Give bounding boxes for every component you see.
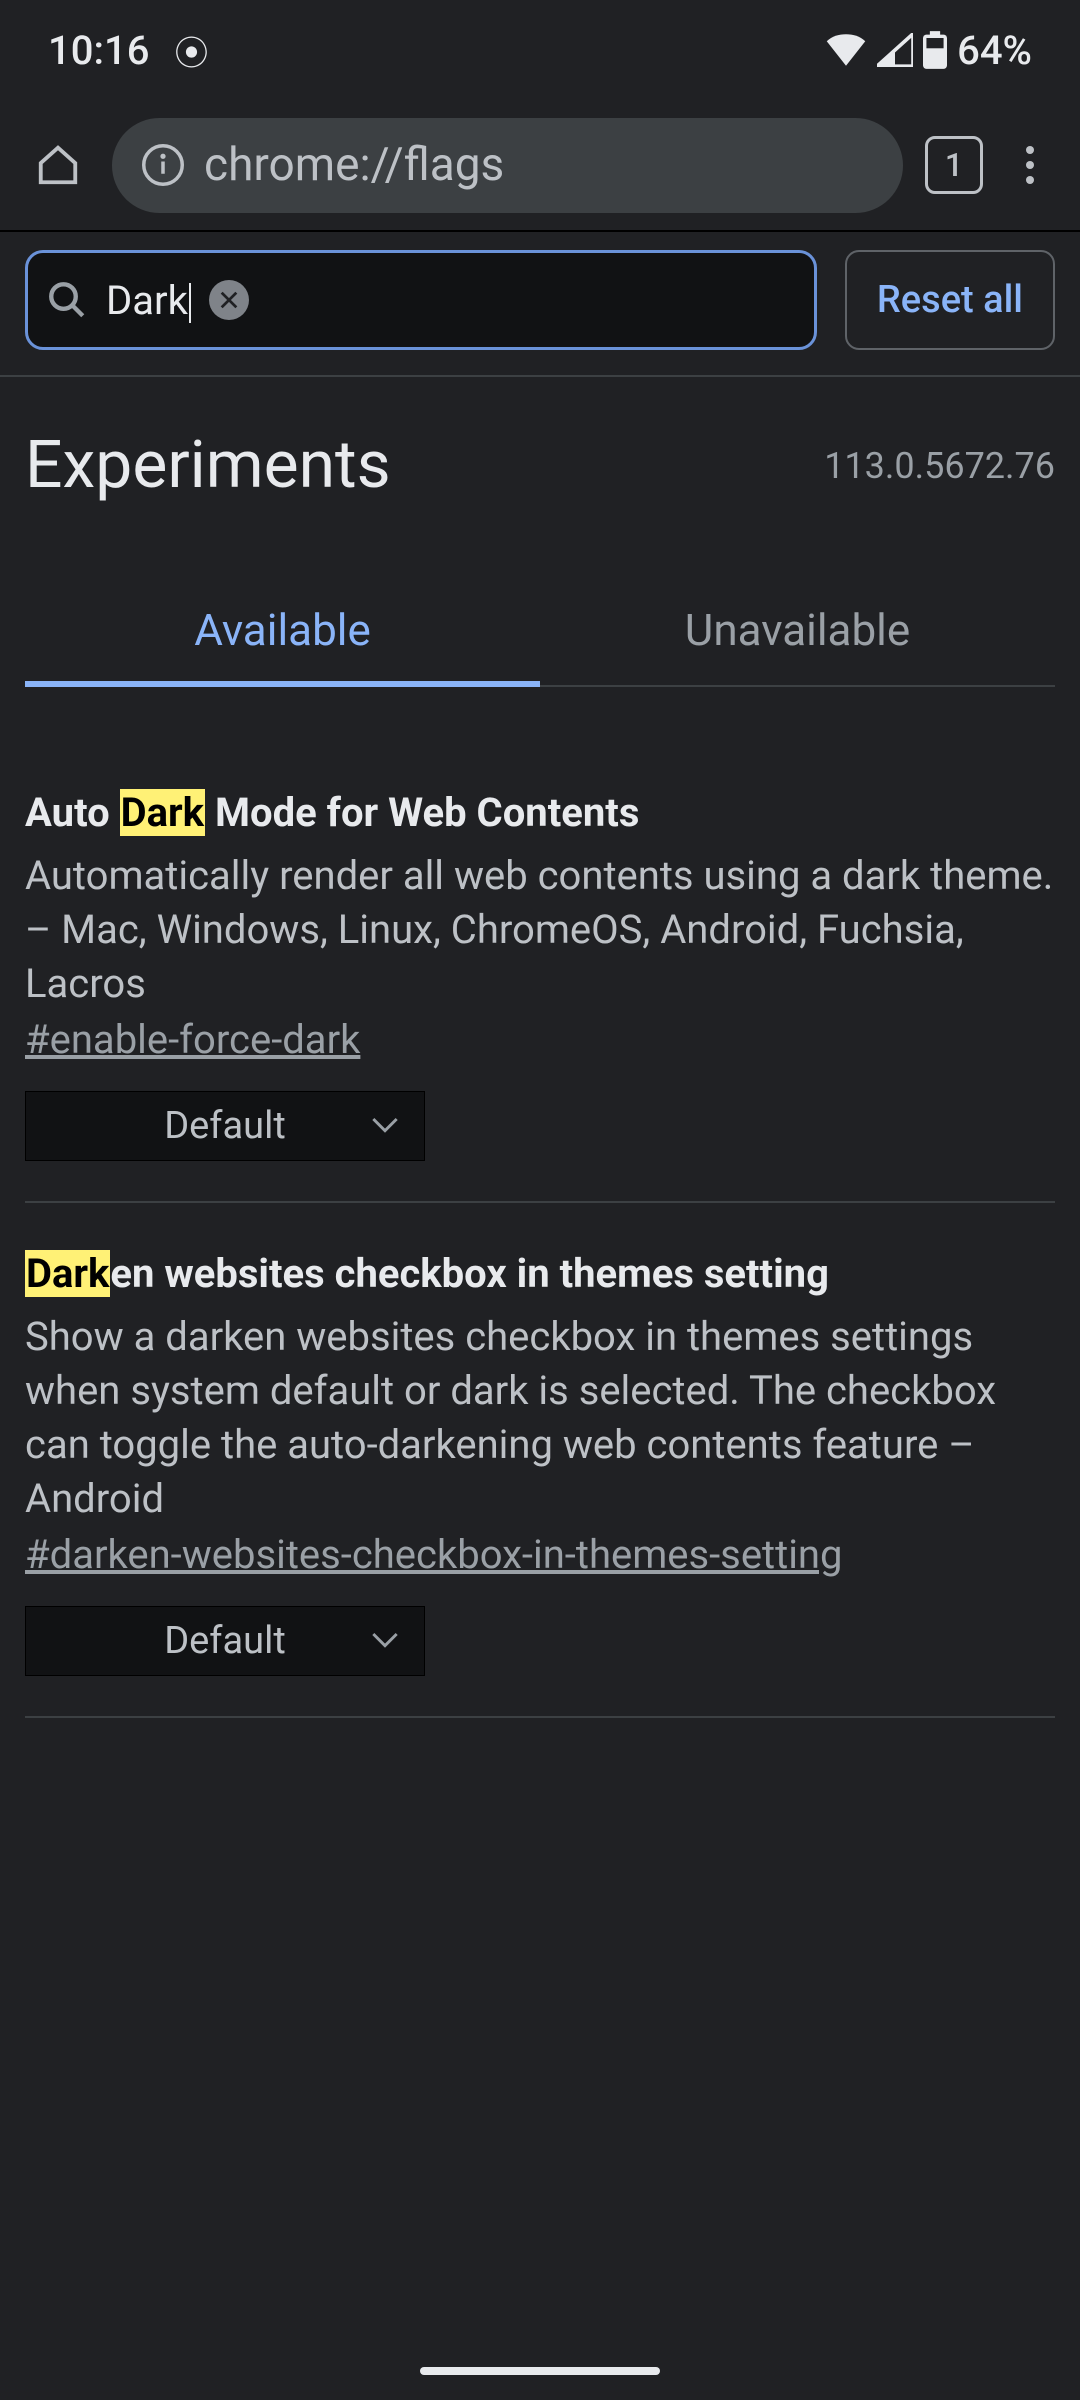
tab-unavailable[interactable]: Unavailable [540, 579, 1055, 687]
search-input[interactable]: Dark [106, 277, 191, 324]
flag-select[interactable]: Default [25, 1091, 425, 1161]
reset-all-button[interactable]: Reset all [845, 250, 1055, 350]
search-icon [46, 279, 88, 321]
tab-switcher-button[interactable]: 1 [925, 136, 983, 194]
home-icon [35, 142, 81, 188]
search-highlight: Dark [120, 789, 205, 836]
tabs: Available Unavailable [25, 579, 1055, 687]
overflow-menu-button[interactable] [1005, 135, 1055, 195]
info-icon [142, 144, 184, 186]
flags-page: Dark Reset all Experiments 113.0.5672.76… [0, 232, 1080, 1718]
signal-icon [877, 33, 913, 67]
flag-anchor-link[interactable]: #enable-force-dark [25, 1016, 360, 1063]
search-box[interactable]: Dark [25, 250, 817, 350]
battery-icon [923, 31, 947, 69]
page-header: Experiments 113.0.5672.76 [25, 377, 1055, 539]
flag-title: Darken websites checkbox in themes setti… [25, 1248, 1055, 1300]
tab-count-text: 1 [945, 146, 963, 184]
url-bar[interactable]: chrome://flags [112, 118, 903, 213]
browser-toolbar: chrome://flags 1 [0, 100, 1080, 230]
clear-search-button[interactable] [209, 280, 249, 320]
hotspot-icon: ⦿ [174, 26, 208, 75]
chevron-down-icon [371, 1631, 399, 1651]
flag-description: Show a darken websites checkbox in theme… [25, 1310, 1055, 1526]
status-time: 10:16 [48, 27, 149, 74]
dots-icon [1026, 146, 1034, 154]
battery-text: 64% [957, 27, 1032, 74]
version-text: 113.0.5672.76 [824, 445, 1055, 487]
url-text: chrome://flags [204, 138, 504, 192]
tab-available[interactable]: Available [25, 579, 540, 687]
flag-description: Automatically render all web contents us… [25, 849, 1055, 1011]
status-bar: 10:16 ⦿ 64% [0, 0, 1080, 100]
search-row: Dark Reset all [25, 250, 1055, 375]
wifi-icon [825, 33, 867, 67]
page-title: Experiments [25, 427, 391, 504]
flag-list: Auto Dark Mode for Web Contents Automati… [25, 687, 1055, 1718]
chevron-down-icon [371, 1116, 399, 1136]
flag-item: Auto Dark Mode for Web Contents Automati… [25, 787, 1055, 1203]
home-button[interactable] [25, 133, 90, 198]
flag-anchor-link[interactable]: #darken-websites-checkbox-in-themes-sett… [25, 1531, 842, 1578]
flag-item: Darken websites checkbox in themes setti… [25, 1248, 1055, 1718]
flag-select[interactable]: Default [25, 1606, 425, 1676]
flag-title: Auto Dark Mode for Web Contents [25, 787, 1055, 839]
gesture-nav-bar[interactable] [420, 2367, 660, 2375]
search-highlight: Dark [25, 1250, 110, 1297]
close-icon [218, 289, 240, 311]
